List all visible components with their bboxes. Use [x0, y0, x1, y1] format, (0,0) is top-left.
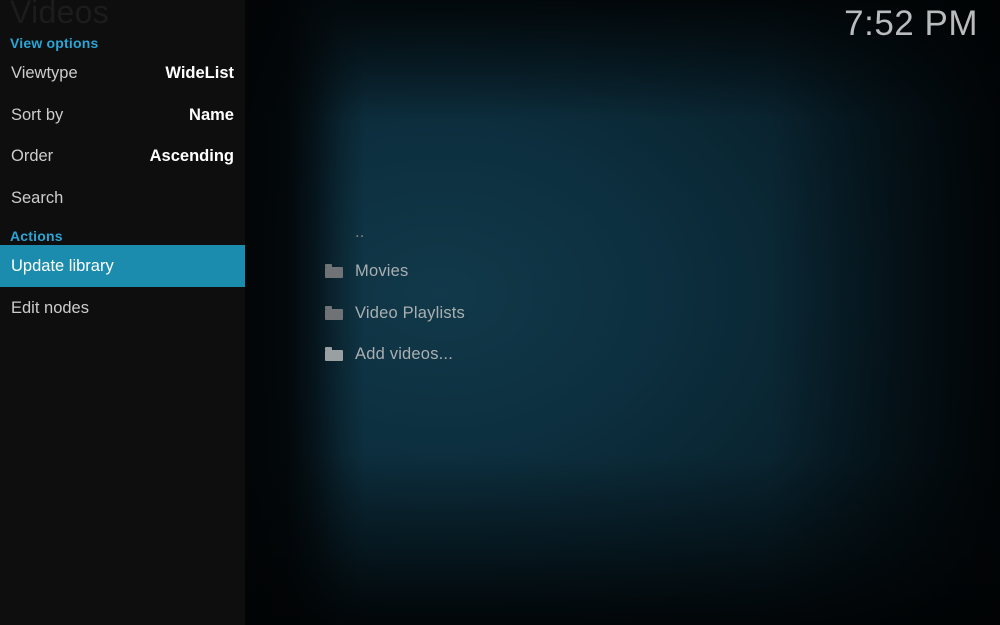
list-item-label: Add videos... — [355, 344, 453, 363]
menu-item-viewtype[interactable]: Viewtype WideList — [0, 52, 245, 94]
menu-item-label: Search — [11, 188, 64, 207]
list-item[interactable]: Add videos... — [325, 333, 453, 375]
group-header-view-options: View options — [10, 35, 99, 51]
folder-icon — [325, 264, 343, 278]
menu-item-label: Order — [11, 146, 54, 165]
folder-icon — [325, 306, 343, 320]
group-header-actions: Actions — [10, 228, 63, 244]
menu-item-value: Ascending — [149, 146, 234, 165]
section-watermark: Videos — [10, 0, 110, 30]
menu-item-update-library[interactable]: Update library — [0, 245, 245, 287]
menu-item-sort-by[interactable]: Sort by Name — [0, 94, 245, 136]
menu-item-label: Viewtype — [11, 63, 78, 82]
context-menu-sidebar: Videos View options Viewtype WideList So… — [0, 0, 245, 625]
kodi-window: 7:52 PM .. Movies Video Playlists Add vi… — [0, 0, 1000, 625]
list-item-label: Video Playlists — [355, 303, 466, 322]
menu-item-search[interactable]: Search — [0, 177, 245, 219]
menu-item-value: Name — [189, 105, 234, 124]
menu-item-value: WideList — [165, 63, 234, 82]
list-item[interactable]: .. — [325, 211, 365, 253]
list-item-label: Movies — [355, 261, 409, 280]
menu-item-edit-nodes[interactable]: Edit nodes — [0, 287, 245, 329]
menu-item-label: Edit nodes — [11, 298, 89, 317]
list-item[interactable]: Video Playlists — [325, 292, 465, 334]
list-item-label: .. — [355, 222, 365, 241]
menu-item-order[interactable]: Order Ascending — [0, 135, 245, 177]
file-list: .. Movies Video Playlists Add videos... — [245, 0, 1000, 625]
list-item[interactable]: Movies — [325, 250, 408, 292]
folder-icon — [325, 347, 343, 361]
menu-item-label: Sort by — [11, 105, 64, 124]
menu-item-label: Update library — [11, 256, 114, 275]
